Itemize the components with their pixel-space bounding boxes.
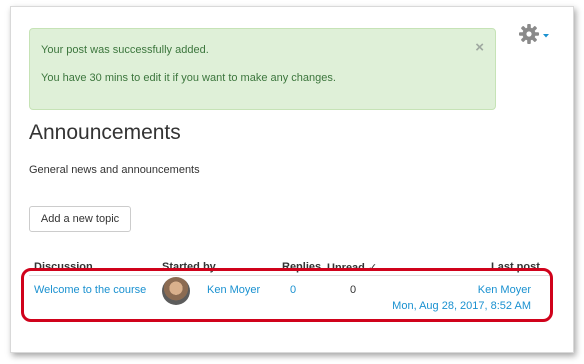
- column-header-replies[interactable]: Replies: [282, 261, 321, 273]
- last-post-author-link[interactable]: Ken Moyer: [478, 284, 531, 296]
- user-avatar[interactable]: [162, 277, 190, 305]
- caret-down-icon: [543, 34, 549, 38]
- table-divider: [29, 275, 551, 276]
- column-header-unread[interactable]: Unread ✓: [327, 261, 377, 274]
- column-header-started-by[interactable]: Started by: [162, 261, 216, 273]
- replies-count-link[interactable]: 0: [290, 284, 296, 296]
- settings-menu-button[interactable]: [519, 24, 553, 46]
- add-new-topic-button[interactable]: Add a new topic: [29, 206, 131, 232]
- author-link[interactable]: Ken Moyer: [207, 284, 260, 296]
- discussion-link[interactable]: Welcome to the course: [34, 284, 146, 296]
- page-title: Announcements: [29, 121, 181, 144]
- last-post-date-link[interactable]: Mon, Aug 28, 2017, 8:52 AM: [392, 300, 531, 312]
- column-header-last-post[interactable]: Last post: [491, 261, 540, 273]
- forum-panel: Your post was successfully added. You ha…: [10, 6, 574, 353]
- forum-description: General news and announcements: [29, 164, 200, 176]
- success-alert: Your post was successfully added. You ha…: [29, 28, 496, 110]
- alert-message-success: Your post was successfully added.: [41, 44, 209, 56]
- gear-icon: [519, 24, 549, 44]
- close-icon[interactable]: ×: [475, 39, 484, 56]
- alert-message-edit-window: You have 30 mins to edit it if you want …: [41, 72, 336, 84]
- column-header-discussion[interactable]: Discussion: [34, 261, 93, 273]
- unread-count: 0: [350, 284, 357, 296]
